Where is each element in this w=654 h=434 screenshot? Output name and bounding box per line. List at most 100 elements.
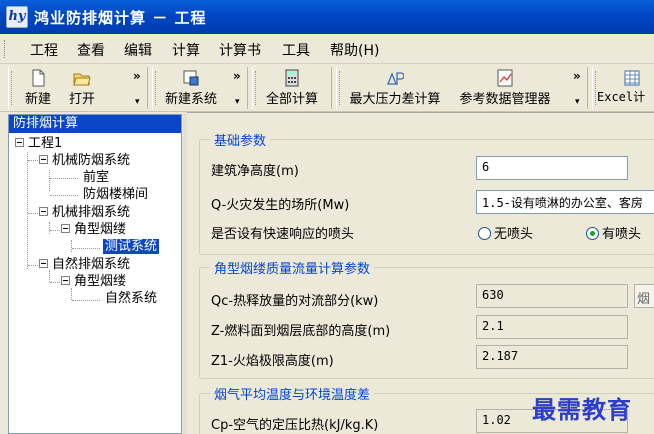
- menu-help[interactable]: 帮助(H): [330, 40, 379, 60]
- tree-item-label: 机械排烟系统: [52, 205, 131, 220]
- tree-connector: [72, 300, 100, 301]
- plume-params-title: 角型烟缕质量流量计算参数: [210, 258, 375, 277]
- toolbar-group-system: 新建系统 » ▾: [152, 67, 248, 109]
- tree-item-natural-exhaust[interactable]: 自然排烟系统: [39, 256, 130, 274]
- tree-item-test-system[interactable]: 测试系统: [103, 238, 160, 256]
- new-system-icon: [183, 70, 199, 86]
- watermark-text: 最需教育: [532, 395, 632, 424]
- spreadsheet-icon: [624, 70, 640, 86]
- tree-connector: [72, 248, 100, 249]
- menu-edit[interactable]: 编辑: [124, 40, 152, 60]
- tree-item-label: 机械防烟系统: [52, 153, 131, 168]
- cp-label: Cp-空气的定压比热(kJ/kg.K): [211, 418, 379, 433]
- excel-export-label: Excel计: [597, 90, 646, 104]
- new-button-label: 新建: [24, 92, 51, 107]
- toolbar-overflow-chevron-icon[interactable]: »: [233, 69, 241, 83]
- collapse-toggle-icon[interactable]: [15, 138, 24, 147]
- toolbar-group-export: Excel计: [592, 67, 654, 109]
- ref-data-button[interactable]: 参考数据管理器: [453, 69, 557, 107]
- toolbar-overflow-chevron-icon[interactable]: »: [573, 69, 581, 83]
- open-button[interactable]: 打开: [65, 69, 99, 107]
- has-sprinkler-label: 有喷头: [602, 227, 642, 242]
- toolbar: 新建 打开 » ▾ 新建系统 » ▾ 全部计算 最大压力差计算 参考数据管理器 …: [0, 64, 654, 112]
- basic-params-title: 基础参数: [210, 130, 271, 149]
- calculator-icon: [285, 69, 299, 87]
- tree-connector: [71, 240, 72, 252]
- tree-item-smoke-stairs[interactable]: 防烟楼梯间: [83, 186, 148, 204]
- tree-connector: [27, 152, 28, 269]
- tree-item-corner-plume[interactable]: 角型烟缕: [61, 221, 126, 239]
- collapse-toggle-icon[interactable]: [61, 276, 70, 285]
- fire-place-select[interactable]: 1.5-设有喷淋的办公室、客房: [476, 190, 654, 214]
- building-height-label: 建筑净高度(m): [211, 164, 299, 179]
- collapse-toggle-icon[interactable]: [39, 155, 48, 164]
- new-button[interactable]: 新建: [21, 69, 55, 107]
- menu-calculate[interactable]: 计算: [172, 40, 200, 60]
- no-sprinkler-label: 无喷头: [494, 227, 534, 242]
- max-pressure-button[interactable]: 最大压力差计算: [343, 69, 447, 107]
- collapse-toggle-icon[interactable]: [39, 259, 48, 268]
- tree-panel-header: 防排烟计算: [9, 115, 181, 133]
- open-button-label: 打开: [68, 92, 95, 107]
- has-sprinkler-radio[interactable]: 有喷头: [586, 223, 641, 242]
- toolbar-dropdown-icon[interactable]: ▾: [575, 97, 580, 107]
- ref-data-label: 参考数据管理器: [459, 92, 551, 107]
- menu-grip-handle[interactable]: [4, 40, 7, 58]
- app-window: hy 鸿业防排烟计算 － 工程 工程 查看 编辑 计算 计算书 工具 帮助(H)…: [0, 0, 654, 434]
- qc-lookup-button[interactable]: 烟: [634, 284, 654, 308]
- new-file-icon: [32, 69, 45, 87]
- fire-place-label: Q-火灾发生的场所(Mw): [211, 198, 350, 213]
- new-system-button[interactable]: 新建系统: [161, 69, 221, 107]
- toolbar-dropdown-icon[interactable]: ▾: [235, 97, 240, 107]
- pressure-delta-icon: [387, 72, 404, 85]
- project-tree-panel: 防排烟计算 工程1 机械防烟系统 前室 防烟楼梯间 机械排烟系统 角型烟缕 测试…: [8, 114, 182, 434]
- temp-diff-title: 烟气平均温度与环境温度差: [210, 384, 375, 403]
- collapse-toggle-icon[interactable]: [39, 207, 48, 216]
- qc-value-field[interactable]: 630: [476, 284, 628, 308]
- qc-label: Qc-热释放量的对流部分(kw): [211, 294, 379, 309]
- tree-item-corner-plume-2[interactable]: 角型烟缕: [61, 273, 126, 291]
- toolbar-group-file: 新建 打开 » ▾: [8, 67, 148, 109]
- toolbar-grip[interactable]: [155, 71, 158, 105]
- tree-item-project[interactable]: 工程1: [15, 135, 62, 153]
- tree-item-label: 角型烟缕: [74, 274, 127, 289]
- menu-report[interactable]: 计算书: [219, 40, 261, 60]
- toolbar-group-calc: 全部计算: [252, 67, 332, 109]
- tree-connector: [50, 178, 78, 179]
- calc-all-label: 全部计算: [265, 92, 318, 107]
- tree-item-mech-smoke-exhaust[interactable]: 机械排烟系统: [39, 204, 130, 222]
- toolbar-overflow-chevron-icon[interactable]: »: [133, 69, 141, 83]
- menu-view[interactable]: 查看: [77, 40, 105, 60]
- calc-all-button[interactable]: 全部计算: [259, 69, 325, 107]
- tree-connector: [49, 222, 50, 234]
- tree-item-label: 防烟楼梯间: [83, 187, 149, 202]
- no-sprinkler-radio[interactable]: 无喷头: [478, 223, 533, 242]
- excel-export-button[interactable]: Excel计: [597, 69, 654, 107]
- new-system-label: 新建系统: [164, 92, 217, 107]
- z-height-field[interactable]: 2.1: [476, 315, 628, 339]
- collapse-toggle-icon[interactable]: [61, 224, 70, 233]
- menu-project[interactable]: 工程: [30, 40, 58, 60]
- tree-item-label: 前室: [83, 170, 110, 185]
- max-pressure-label: 最大压力差计算: [349, 92, 441, 107]
- z1-flame-label: Z1-火焰极限高度(m): [211, 354, 334, 369]
- z1-flame-field[interactable]: 2.187: [476, 345, 628, 369]
- tree-connector: [49, 170, 50, 191]
- radio-checked-icon: [586, 227, 599, 240]
- tree-item-label: 自然排烟系统: [52, 257, 131, 272]
- tree-item-mech-smoke-prevention[interactable]: 机械防烟系统: [39, 152, 130, 170]
- tree-item-front-room[interactable]: 前室: [83, 169, 109, 187]
- title-bar[interactable]: hy 鸿业防排烟计算 － 工程: [0, 0, 654, 34]
- tree-item-label: 自然系统: [105, 291, 158, 306]
- menu-tools[interactable]: 工具: [282, 40, 310, 60]
- tree-item-label-selected: 测试系统: [103, 239, 160, 254]
- toolbar-dropdown-icon[interactable]: ▾: [135, 97, 140, 107]
- z-height-label: Z-燃料面到烟层底部的高度(m): [211, 324, 391, 339]
- toolbar-grip[interactable]: [11, 71, 14, 105]
- building-height-input[interactable]: 6: [476, 156, 628, 180]
- toolbar-grip[interactable]: [255, 71, 258, 105]
- parameter-form: 基础参数 建筑净高度(m) 6 Q-火灾发生的场所(Mw) 1.5-设有喷淋的办…: [187, 112, 654, 434]
- tree-connector: [50, 195, 78, 196]
- toolbar-grip[interactable]: [339, 71, 342, 105]
- tree-item-natural-system[interactable]: 自然系统: [105, 290, 157, 308]
